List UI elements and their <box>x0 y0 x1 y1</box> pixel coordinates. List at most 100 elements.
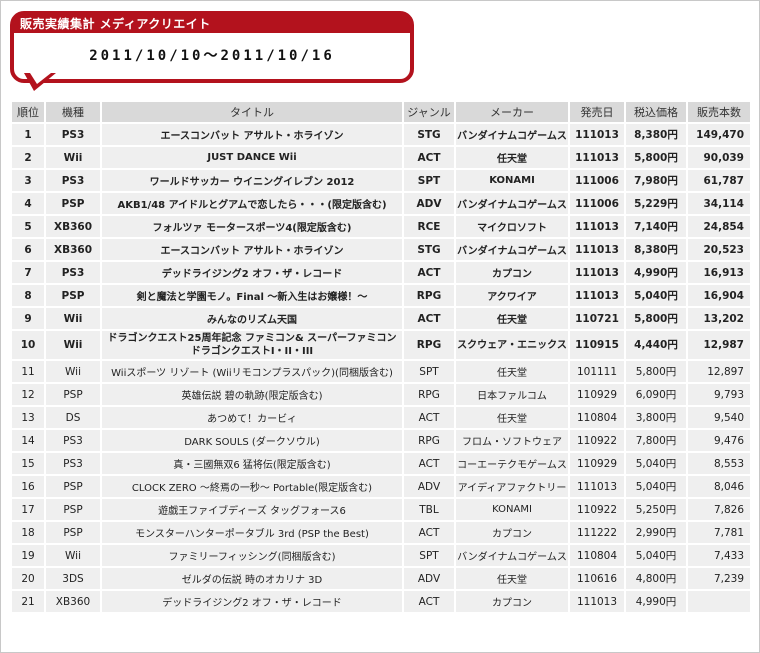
maker-cell: バンダイナムコゲームス <box>456 545 568 566</box>
release-cell: 111013 <box>570 285 624 306</box>
release-cell: 111013 <box>570 147 624 168</box>
title-cell: ゼルダの伝説 時のオカリナ 3D <box>102 568 402 589</box>
genre-cell: RPG <box>404 430 454 451</box>
genre-cell: ADV <box>404 476 454 497</box>
rank-cell: 8 <box>12 285 44 306</box>
platform-cell: XB360 <box>46 591 100 612</box>
platform-cell: PSP <box>46 476 100 497</box>
genre-cell: ACT <box>404 453 454 474</box>
title-cell: 真・三國無双6 猛将伝(限定版含む) <box>102 453 402 474</box>
price-cell: 4,800円 <box>626 568 686 589</box>
title-cell: フォルツァ モータースポーツ4(限定版含む) <box>102 216 402 237</box>
maker-cell: カプコン <box>456 262 568 283</box>
table-row: 14 PS3 DARK SOULS (ダークソウル) RPG フロム・ソフトウェア 110… <box>12 430 750 451</box>
header-bubble: 販売実績集計 メディアクリエイト 2011/10/10～2011/10/16 <box>10 11 414 83</box>
maker-cell: バンダイナムコゲームス <box>456 239 568 260</box>
rank-cell: 1 <box>12 124 44 145</box>
genre-cell: ADV <box>404 568 454 589</box>
title-cell: JUST DANCE Wii <box>102 147 402 168</box>
sales-cell: 12,897 <box>688 361 750 382</box>
release-cell: 111013 <box>570 216 624 237</box>
platform-cell: PSP <box>46 522 100 543</box>
release-cell: 111013 <box>570 124 624 145</box>
rank-cell: 4 <box>12 193 44 214</box>
table-row: 19 Wii ファミリーフィッシング(同梱版含む) SPT バンダイナムコゲームス 110… <box>12 545 750 566</box>
col-sales: 販売本数 <box>688 102 750 122</box>
release-cell: 110922 <box>570 430 624 451</box>
price-cell: 5,800円 <box>626 147 686 168</box>
genre-cell: ACT <box>404 262 454 283</box>
sales-cell: 20,523 <box>688 239 750 260</box>
genre-cell: STG <box>404 124 454 145</box>
maker-cell: スクウェア・エニックス <box>456 331 568 359</box>
platform-cell: Wii <box>46 545 100 566</box>
price-cell: 7,140円 <box>626 216 686 237</box>
maker-cell: カプコン <box>456 522 568 543</box>
maker-cell: 日本ファルコム <box>456 384 568 405</box>
price-cell: 4,990円 <box>626 591 686 612</box>
release-cell: 111006 <box>570 193 624 214</box>
sales-cell: 24,854 <box>688 216 750 237</box>
table-row: 7 PS3 デッドライジング2 オフ・ザ・レコード ACT カプコン 111013 4,99… <box>12 262 750 283</box>
sales-cell: 12,987 <box>688 331 750 359</box>
sales-cell: 8,046 <box>688 476 750 497</box>
title-cell: みんなのリズム天国 <box>102 308 402 329</box>
title-cell: ワールドサッカー ウイニングイレブン 2012 <box>102 170 402 191</box>
price-cell: 4,440円 <box>626 331 686 359</box>
rank-cell: 10 <box>12 331 44 359</box>
price-cell: 5,800円 <box>626 308 686 329</box>
maker-cell: KONAMI <box>456 499 568 520</box>
table-row: 2 Wii JUST DANCE Wii ACT 任天堂 111013 5,800円 90,0… <box>12 147 750 168</box>
platform-cell: PSP <box>46 193 100 214</box>
sales-cell: 7,826 <box>688 499 750 520</box>
table-row: 3 PS3 ワールドサッカー ウイニングイレブン 2012 SPT KONAMI 1110… <box>12 170 750 191</box>
release-cell: 110616 <box>570 568 624 589</box>
sales-cell: 149,470 <box>688 124 750 145</box>
title-cell: 剣と魔法と学園モノ。Final ～新入生はお嬢様！～ <box>102 285 402 306</box>
rank-cell: 15 <box>12 453 44 474</box>
platform-cell: PS3 <box>46 262 100 283</box>
table-row: 18 PSP モンスターハンターポータブル 3rd (PSP the Best) AC… <box>12 522 750 543</box>
sales-cell: 9,540 <box>688 407 750 428</box>
sales-cell: 9,793 <box>688 384 750 405</box>
release-cell: 111222 <box>570 522 624 543</box>
sales-cell: 9,476 <box>688 430 750 451</box>
sales-cell: 61,787 <box>688 170 750 191</box>
release-cell: 111013 <box>570 262 624 283</box>
price-cell: 6,090円 <box>626 384 686 405</box>
maker-cell: カプコン <box>456 591 568 612</box>
table-row: 17 PSP 遊戯王ファイブディーズ タッグフォース6 TBL KONAMI 110922… <box>12 499 750 520</box>
header-title: 販売実績集計 メディアクリエイト <box>20 17 211 31</box>
rank-cell: 6 <box>12 239 44 260</box>
title-cell: エースコンバット アサルト・ホライゾン <box>102 239 402 260</box>
platform-cell: XB360 <box>46 216 100 237</box>
genre-cell: STG <box>404 239 454 260</box>
sales-cell <box>688 591 750 612</box>
title-cell: ファミリーフィッシング(同梱版含む) <box>102 545 402 566</box>
title-cell: AKB1/48 アイドルとグアムで恋したら・・・(限定版含む) <box>102 193 402 214</box>
price-cell: 4,990円 <box>626 262 686 283</box>
platform-cell: PS3 <box>46 124 100 145</box>
rank-cell: 5 <box>12 216 44 237</box>
release-cell: 110804 <box>570 407 624 428</box>
table-header-row: 順位 機種 タイトル ジャンル メーカー 発売日 税込価格 販売本数 <box>12 102 750 122</box>
title-cell: あつめて！カービィ <box>102 407 402 428</box>
sales-cell: 7,239 <box>688 568 750 589</box>
sales-cell: 7,781 <box>688 522 750 543</box>
maker-cell: 任天堂 <box>456 407 568 428</box>
title-cell: デッドライジング2 オフ・ザ・レコード <box>102 262 402 283</box>
genre-cell: TBL <box>404 499 454 520</box>
col-rank: 順位 <box>12 102 44 122</box>
table-row: 12 PSP 英雄伝説 碧の軌跡(限定版含む) RPG 日本ファルコム 110929 6,0… <box>12 384 750 405</box>
platform-cell: PSP <box>46 384 100 405</box>
release-cell: 111013 <box>570 591 624 612</box>
rank-cell: 11 <box>12 361 44 382</box>
release-cell: 110915 <box>570 331 624 359</box>
rank-cell: 13 <box>12 407 44 428</box>
maker-cell: マイクロソフト <box>456 216 568 237</box>
platform-cell: PS3 <box>46 170 100 191</box>
genre-cell: RPG <box>404 331 454 359</box>
maker-cell: 任天堂 <box>456 308 568 329</box>
maker-cell: アクワイア <box>456 285 568 306</box>
price-cell: 7,980円 <box>626 170 686 191</box>
